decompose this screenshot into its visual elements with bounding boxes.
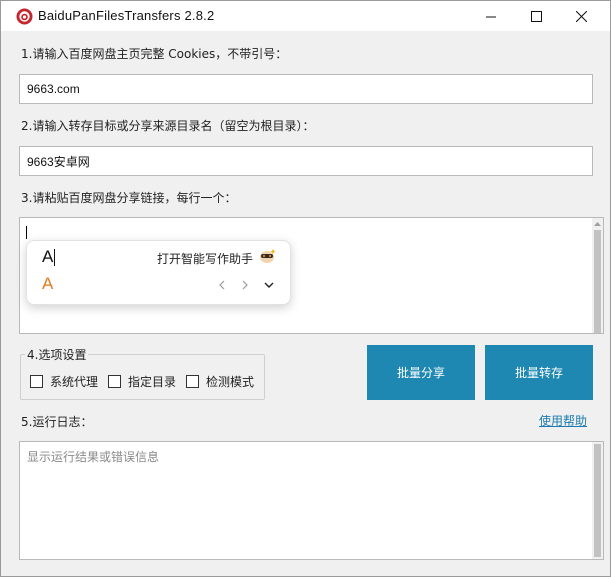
checkbox-box[interactable]: [186, 374, 199, 388]
checkbox-box[interactable]: [30, 374, 43, 388]
ime-assistant-link[interactable]: 打开智能写作助手: [157, 250, 253, 267]
expand-icon[interactable]: [262, 278, 276, 292]
log-textarea[interactable]: 显示运行结果或错误信息: [19, 441, 604, 560]
close-icon: [575, 10, 587, 22]
assistant-icon[interactable]: [259, 248, 277, 264]
target-dir-value: 9663安卓网: [27, 154, 90, 169]
links-label: 3.请粘贴百度网盘分享链接，每行一个：: [21, 191, 237, 205]
cookies-label: 1.请输入百度网盘主页完整 Cookies，不带引号：: [21, 47, 288, 61]
checkbox-label: 指定目录: [128, 374, 177, 389]
minimize-button[interactable]: [468, 1, 514, 31]
checkbox-detect-mode[interactable]: 检测模式: [186, 374, 255, 389]
title-bar[interactable]: BaiduPanFilesTransfers 2.8.2: [1, 1, 610, 31]
help-link[interactable]: 使用帮助: [539, 412, 587, 429]
links-scrollbar[interactable]: [592, 218, 603, 333]
checkbox-box[interactable]: [108, 374, 121, 388]
baidupan-app-icon: [16, 8, 33, 25]
minimize-icon: [485, 16, 496, 17]
batch-transfer-button[interactable]: 批量转存: [485, 345, 593, 400]
target-dir-input[interactable]: 9663安卓网: [19, 146, 593, 176]
cookies-value: 9663.com: [27, 82, 80, 96]
ime-candidate-popup: A A 打开智能写作助手: [26, 240, 291, 305]
ime-candidate[interactable]: A: [42, 247, 53, 267]
checkbox-label: 检测模式: [206, 374, 255, 389]
checkbox-system-proxy[interactable]: 系统代理: [30, 374, 99, 389]
links-scroll-thumb[interactable]: [594, 230, 601, 333]
scroll-up-icon[interactable]: [592, 218, 603, 229]
log-scroll-thumb[interactable]: [594, 444, 601, 557]
next-icon[interactable]: [238, 278, 252, 292]
ime-cursor: [54, 249, 55, 266]
batch-share-button[interactable]: 批量分享: [367, 345, 475, 400]
options-legend: 4.选项设置: [25, 346, 89, 363]
ime-candidate-alt[interactable]: A: [42, 274, 53, 294]
window-title: BaiduPanFilesTransfers 2.8.2: [38, 8, 215, 23]
log-scrollbar[interactable]: [592, 442, 603, 559]
close-button[interactable]: [558, 1, 604, 31]
log-placeholder: 显示运行结果或错误信息: [27, 450, 160, 464]
app-window: BaiduPanFilesTransfers 2.8.2 1.请输入百度网盘主页…: [0, 0, 611, 577]
prev-icon[interactable]: [215, 278, 229, 292]
checkbox-specify-dir[interactable]: 指定目录: [108, 374, 177, 389]
maximize-icon: [530, 10, 542, 22]
log-label: 5.运行日志：: [21, 415, 93, 429]
maximize-button[interactable]: [513, 1, 559, 31]
target-dir-label: 2.请输入转存目标或分享来源目录名（留空为根目录）：: [21, 119, 315, 133]
checkbox-label: 系统代理: [50, 374, 99, 389]
cookies-input[interactable]: 9663.com: [19, 74, 593, 104]
text-caret: [26, 226, 27, 239]
